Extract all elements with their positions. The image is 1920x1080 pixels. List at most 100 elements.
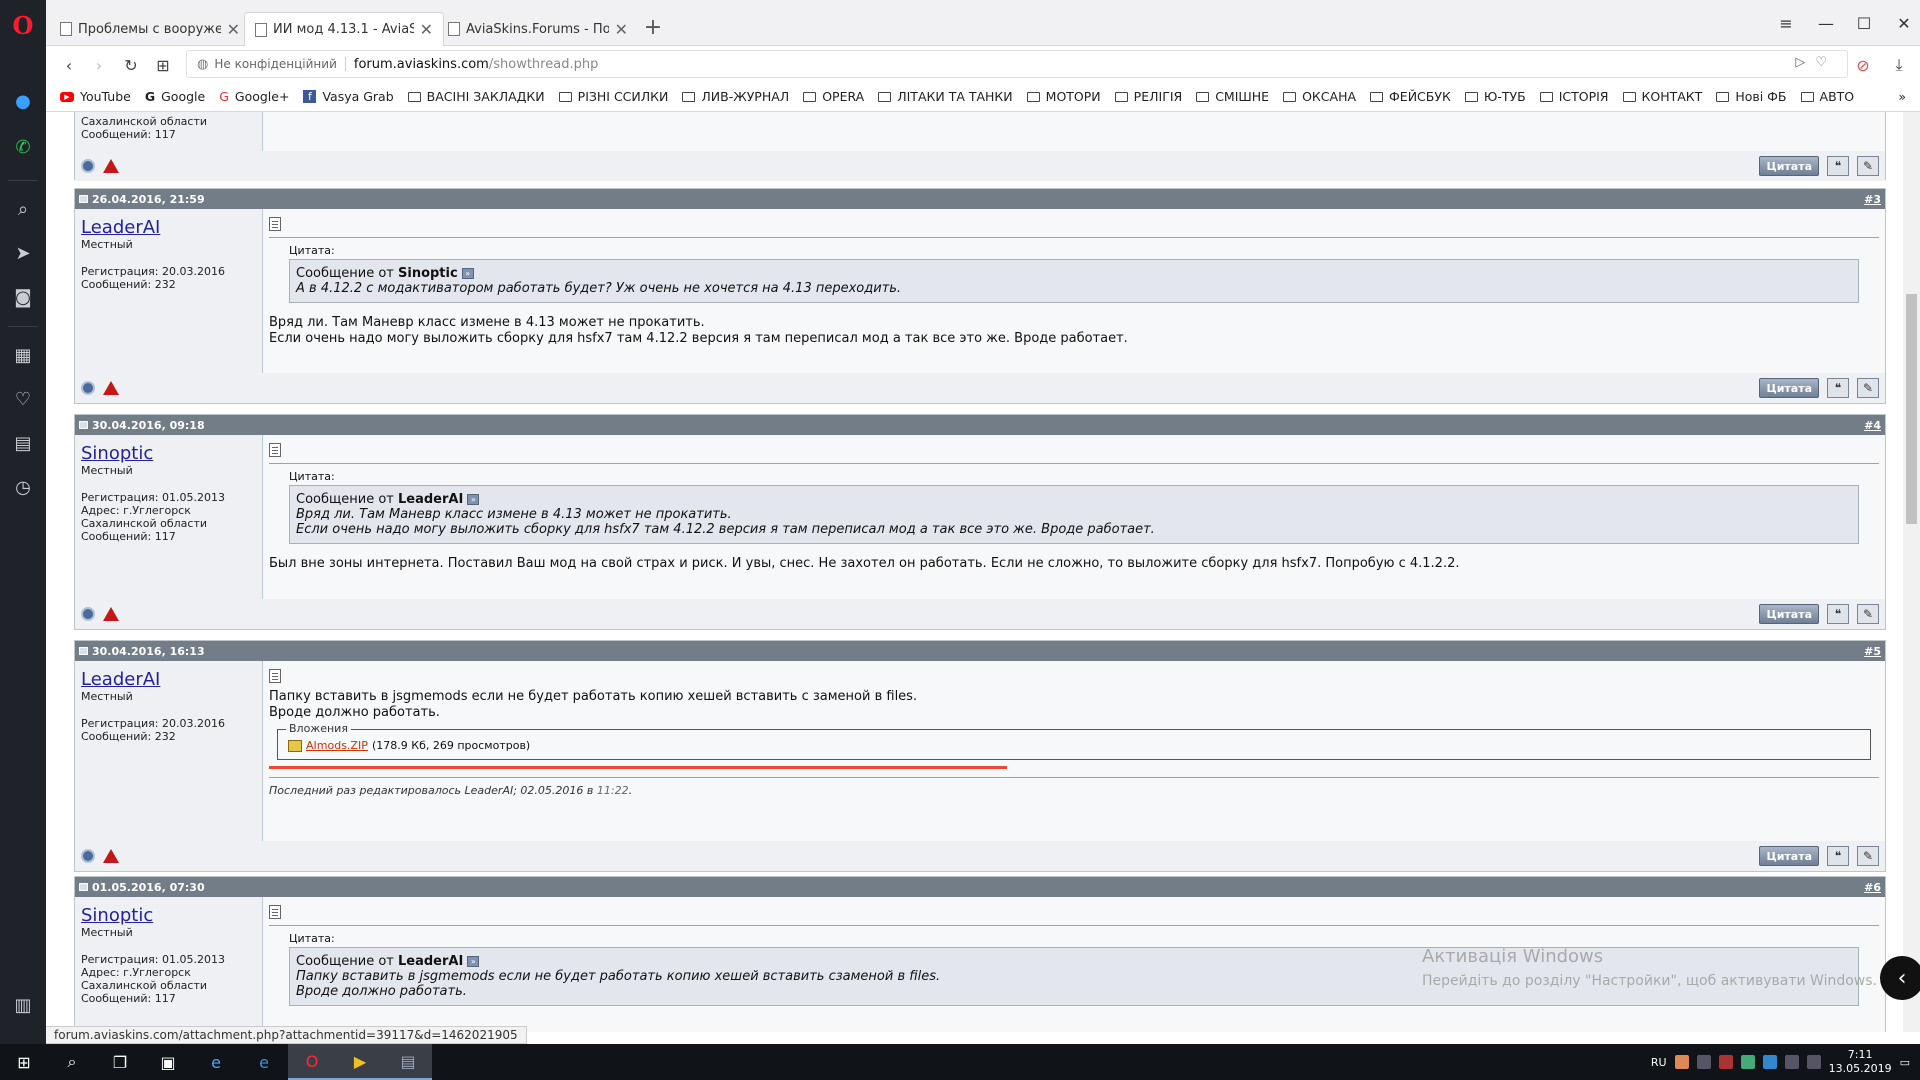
bookmark-item[interactable]: АВТО (1800, 89, 1854, 104)
whatsapp-icon[interactable]: ✆ (8, 132, 38, 162)
close-window-button[interactable]: ✕ (1886, 8, 1920, 38)
search-icon[interactable]: ⌕ (48, 1044, 96, 1080)
quote-button[interactable]: Цитата (1759, 846, 1819, 866)
username-link[interactable]: Sinoptic (81, 443, 256, 464)
reload-icon[interactable]: ↻ (118, 52, 144, 78)
view-post-icon[interactable]: » (467, 956, 480, 967)
notifications-icon[interactable]: ▭ (1900, 1056, 1910, 1069)
quote-button[interactable]: Цитата (1759, 604, 1819, 624)
sidebar-toggle-icon[interactable]: ▥ (8, 990, 38, 1020)
start-icon[interactable]: ⊞ (0, 1044, 48, 1080)
multiquote-icon[interactable]: ❝ (1827, 378, 1849, 398)
bookmark-item[interactable]: G Google+ (219, 89, 289, 104)
opera-logo-icon[interactable]: O (8, 10, 38, 40)
chevron-left-icon[interactable]: ‹ (1880, 956, 1920, 1000)
download-icon[interactable]: ⤓ (1886, 52, 1912, 78)
adblock-icon[interactable]: ⊘ (1850, 52, 1876, 78)
bookmark-item[interactable]: f Vasya Grab (303, 89, 394, 104)
edit-icon[interactable]: ✎ (1857, 846, 1879, 866)
bookmark-item[interactable]: ОКСАНА (1283, 89, 1356, 104)
ie-icon[interactable]: e (192, 1044, 240, 1080)
attachment-link[interactable]: AImods.ZIP (306, 739, 368, 752)
bookmark-item[interactable]: СМІШНЕ (1196, 89, 1269, 104)
bookmark-item[interactable]: РЕЛІГІЯ (1114, 89, 1182, 104)
bookmark-item[interactable]: ФЕЙСБУК (1370, 89, 1451, 104)
edge-icon[interactable]: e (240, 1044, 288, 1080)
language-indicator[interactable]: RU (1651, 1056, 1667, 1069)
media-app-icon[interactable]: ▶ (336, 1044, 384, 1080)
multiquote-icon[interactable]: ❝ (1827, 846, 1849, 866)
close-tab-icon[interactable]: ✕ (615, 20, 628, 39)
bookmark-item[interactable]: РІЗНІ ССИЛКИ (558, 89, 668, 104)
bookmark-item[interactable]: OPERA (803, 89, 864, 104)
minimize-button[interactable]: — (1808, 8, 1844, 38)
bookmark-item[interactable]: МОТОРИ (1026, 89, 1101, 104)
address-bar[interactable]: ◍ Не конфіденційний forum.aviaskins.com /… (186, 50, 1848, 78)
send-icon[interactable]: ➤ (8, 238, 38, 268)
scrollbar-thumb[interactable] (1906, 294, 1917, 524)
opera-icon[interactable]: O (288, 1044, 336, 1080)
edit-icon[interactable]: ✎ (1857, 156, 1879, 176)
username-link[interactable]: LeaderAI (81, 669, 256, 690)
camera-icon[interactable]: ◙ (8, 282, 38, 312)
bookmark-item[interactable]: КОНТАКТ (1622, 89, 1702, 104)
messenger-icon[interactable]: ● (8, 86, 38, 116)
bookmark-item[interactable]: G Google (145, 89, 205, 104)
bookmark-item[interactable]: ЛІТАКИ ТА ТАНКИ (878, 89, 1013, 104)
bookmark-item[interactable]: ІСТОРІЯ (1539, 89, 1609, 104)
edit-icon[interactable]: ✎ (1857, 378, 1879, 398)
tab-3[interactable]: AviaSkins.Forums - Показ ✕ (438, 12, 638, 46)
quote-button[interactable]: Цитата (1759, 156, 1819, 176)
close-tab-icon[interactable]: ✕ (227, 20, 240, 39)
maximize-button[interactable]: ☐ (1846, 8, 1882, 38)
report-icon[interactable] (103, 849, 119, 863)
bookmark-item[interactable]: Ю-ТУБ (1464, 89, 1526, 104)
news-icon[interactable]: ▤ (8, 428, 38, 458)
store-icon[interactable]: ▣ (144, 1044, 192, 1080)
app-window-icon[interactable]: ▤ (384, 1044, 432, 1080)
task-view-icon[interactable]: ❐ (96, 1044, 144, 1080)
tray-app-icon[interactable] (1696, 1055, 1711, 1069)
edit-icon[interactable]: ✎ (1857, 604, 1879, 624)
history-icon[interactable]: ◷ (8, 472, 38, 502)
new-tab-button[interactable]: + (638, 12, 668, 42)
snap-icon[interactable]: ▷ (1795, 55, 1805, 70)
post-number-link[interactable]: #4 (1864, 419, 1881, 432)
bookmark-item[interactable]: ЛИВ-ЖУРНАЛ (682, 89, 789, 104)
tray-app-icon[interactable] (1674, 1055, 1689, 1069)
search-icon[interactable]: ⌕ (8, 194, 38, 224)
speed-dial-icon[interactable]: ▦ (8, 340, 38, 370)
post-number-link[interactable]: #5 (1864, 645, 1881, 658)
bookmark-item[interactable]: Нові ФБ (1716, 89, 1787, 104)
view-post-icon[interactable]: » (461, 268, 474, 279)
tab-2[interactable]: ИИ мод 4.13.1 - AviaSkins ✕ (244, 12, 444, 46)
heart-icon[interactable]: ♡ (8, 384, 38, 414)
multiquote-icon[interactable]: ❝ (1827, 604, 1849, 624)
forward-icon[interactable]: › (86, 52, 112, 78)
username-link[interactable]: LeaderAI (81, 217, 256, 238)
network-icon[interactable] (1784, 1055, 1799, 1069)
multiquote-icon[interactable]: ❝ (1827, 156, 1849, 176)
view-post-icon[interactable]: » (467, 494, 480, 505)
tabs-grid-icon[interactable]: ⊞ (150, 52, 176, 78)
post-number-link[interactable]: #6 (1864, 881, 1881, 894)
post-number-link[interactable]: #3 (1864, 193, 1881, 206)
back-icon[interactable]: ‹ (56, 52, 82, 78)
bookmark-item[interactable]: ▶ YouTube (60, 89, 131, 104)
report-icon[interactable] (103, 381, 119, 395)
username-link[interactable]: Sinoptic (81, 905, 256, 926)
tab-menu-icon[interactable]: ≡ (1768, 8, 1804, 38)
report-icon[interactable] (103, 159, 119, 173)
volume-icon[interactable] (1806, 1055, 1821, 1069)
quote-button[interactable]: Цитата (1759, 378, 1819, 398)
tray-app-icon[interactable] (1762, 1055, 1777, 1069)
clock[interactable]: 7:11 13.05.2019 (1829, 1048, 1892, 1076)
report-icon[interactable] (103, 607, 119, 621)
close-tab-icon[interactable]: ✕ (420, 20, 433, 39)
more-bookmarks-icon[interactable]: » (1898, 89, 1906, 104)
tray-app-icon[interactable] (1740, 1055, 1755, 1069)
bookmark-heart-icon[interactable]: ♡ (1815, 55, 1827, 70)
bookmark-item[interactable]: ВАСІНІ ЗАКЛАДКИ (407, 89, 545, 104)
tray-app-icon[interactable] (1718, 1055, 1733, 1069)
page-scrollbar[interactable] (1903, 112, 1920, 1032)
